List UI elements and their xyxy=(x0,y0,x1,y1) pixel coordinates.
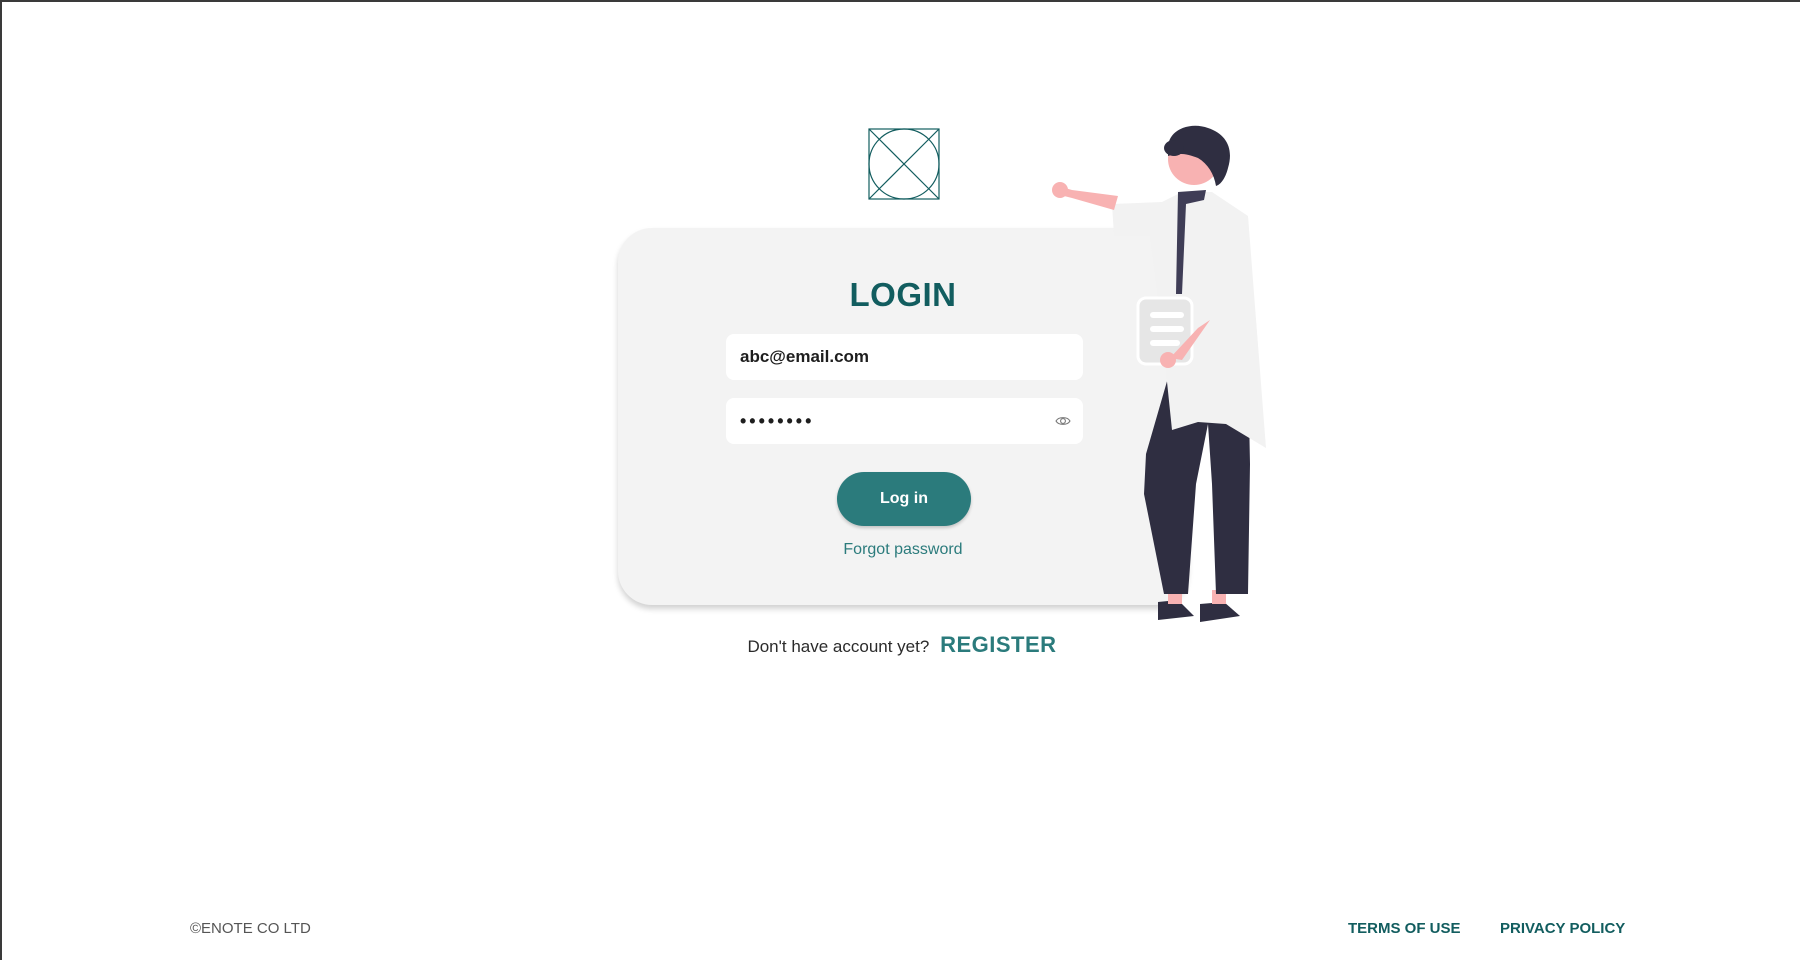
register-link[interactable]: REGISTER xyxy=(940,632,1056,657)
person-pointing-illustration xyxy=(1052,125,1266,622)
logo-placeholder-icon xyxy=(868,128,940,200)
register-prompt: Don't have account yet? xyxy=(747,637,930,656)
password-field[interactable] xyxy=(740,398,1040,444)
terms-of-use-link[interactable]: TERMS OF USE xyxy=(1348,920,1461,937)
email-field[interactable] xyxy=(740,334,1040,380)
login-button[interactable]: Log in xyxy=(837,472,971,526)
register-row: Don't have account yet? REGISTER xyxy=(2,632,1800,658)
privacy-policy-link[interactable]: PRIVACY POLICY xyxy=(1500,920,1625,937)
footer-copyright: ©ENOTE CO LTD xyxy=(190,920,311,937)
